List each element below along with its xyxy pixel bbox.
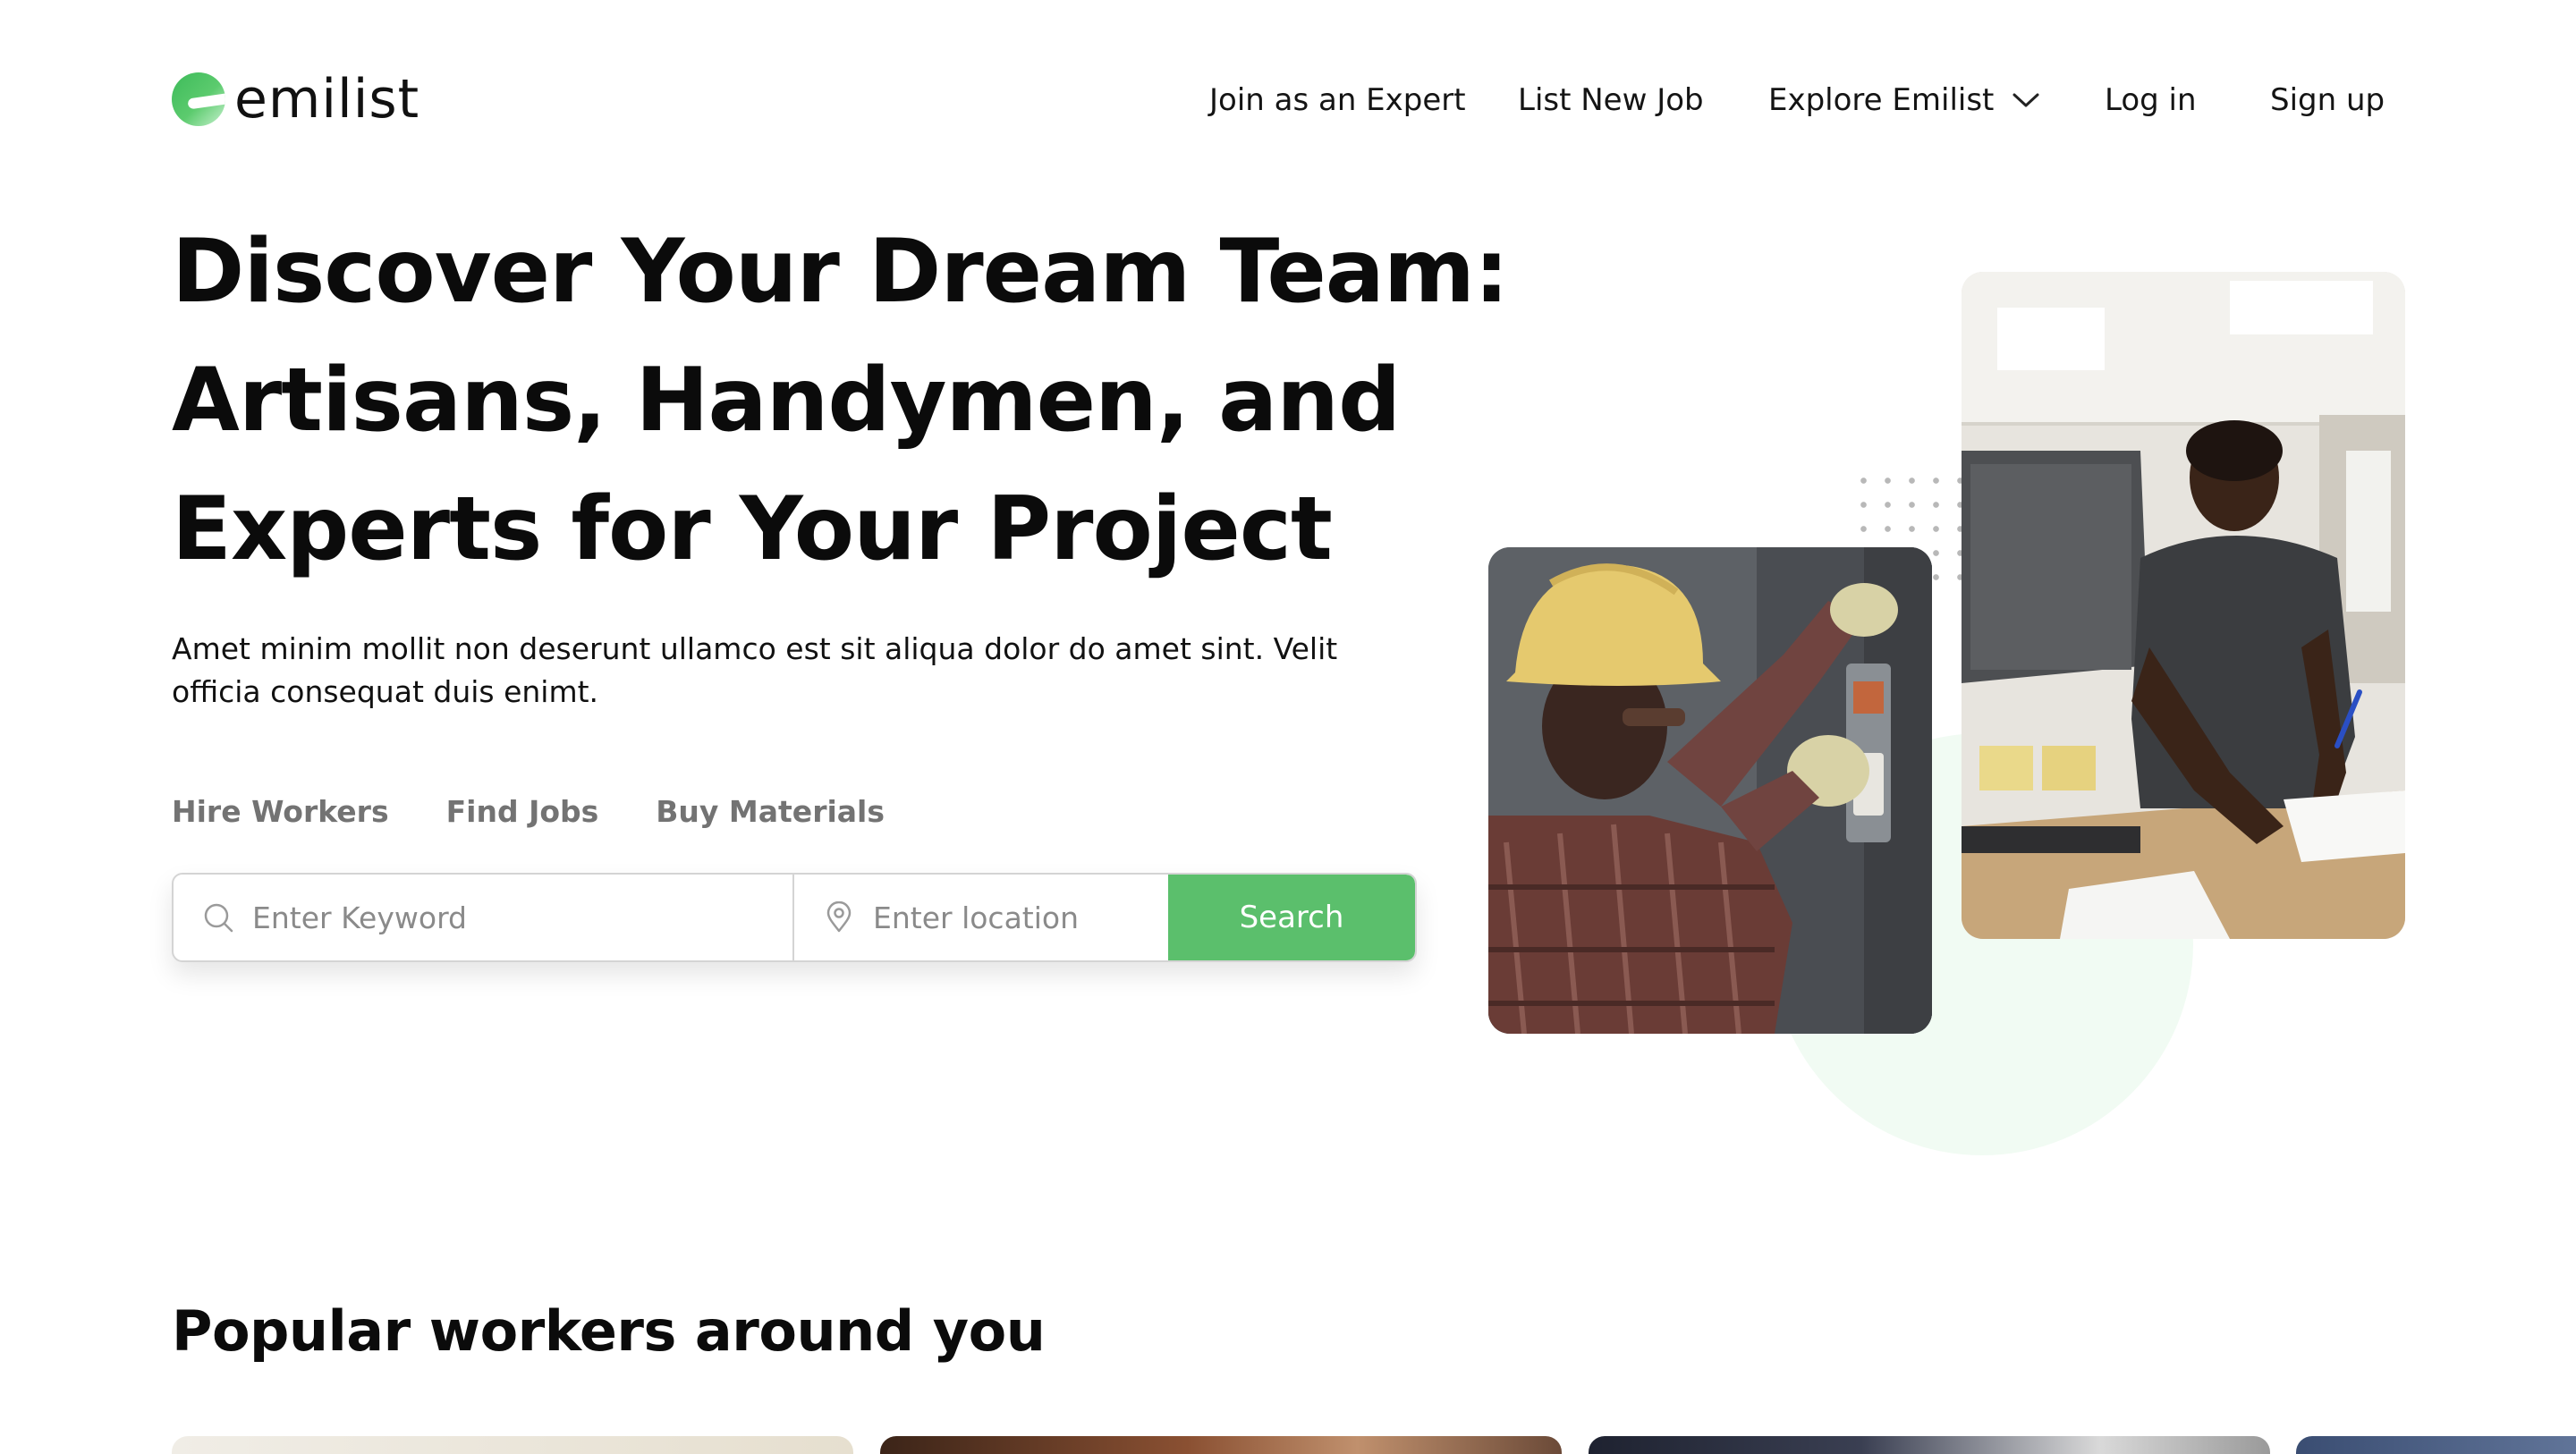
office-worker-illustration bbox=[1962, 272, 2405, 939]
hero-title: Discover Your Dream Team: Artisans, Hand… bbox=[172, 207, 1513, 594]
worker-card[interactable] bbox=[880, 1436, 1562, 1454]
nav-list-new-job[interactable]: List New Job bbox=[1518, 82, 1704, 118]
hero-photo-office-worker bbox=[1962, 272, 2405, 939]
tab-hire-workers[interactable]: Hire Workers bbox=[172, 794, 389, 829]
emilist-logo-icon bbox=[172, 72, 225, 126]
tab-buy-materials[interactable]: Buy Materials bbox=[656, 794, 885, 829]
search-icon bbox=[204, 903, 233, 933]
electrician-illustration bbox=[1488, 547, 1932, 1034]
nav-join-as-expert[interactable]: Join as an Expert bbox=[1209, 82, 1466, 118]
popular-workers-title: Popular workers around you bbox=[172, 1298, 1046, 1364]
hero-title-line-2: Artisans, Handymen, and bbox=[172, 350, 1401, 452]
nav-explore-label: Explore Emilist bbox=[1768, 82, 1995, 118]
keyword-field bbox=[174, 875, 794, 960]
search-tabs: Hire Workers Find Jobs Buy Materials bbox=[172, 794, 942, 829]
keyword-input[interactable] bbox=[174, 875, 792, 960]
hero-title-line-1: Discover Your Dream Team: bbox=[172, 221, 1509, 323]
nav-explore-dropdown[interactable]: Explore Emilist bbox=[1768, 82, 2040, 118]
location-field bbox=[794, 875, 1168, 960]
tab-find-jobs[interactable]: Find Jobs bbox=[446, 794, 599, 829]
worker-card[interactable] bbox=[2296, 1436, 2576, 1454]
hero-description: Amet minim mollit non deserunt ullamco e… bbox=[172, 631, 1338, 709]
worker-card[interactable] bbox=[1589, 1436, 2270, 1454]
login-link[interactable]: Log in bbox=[2105, 82, 2197, 118]
search-bar: Search bbox=[172, 873, 1417, 962]
logo[interactable]: emilist bbox=[172, 72, 419, 127]
hero-title-line-3: Experts for Your Project bbox=[172, 478, 1333, 580]
hero-photo-electrician bbox=[1488, 547, 1932, 1034]
location-pin-icon bbox=[826, 901, 852, 933]
logo-text: emilist bbox=[234, 68, 420, 131]
search-button[interactable]: Search bbox=[1168, 875, 1415, 960]
signup-link[interactable]: Sign up bbox=[2270, 82, 2385, 118]
worker-card[interactable] bbox=[172, 1436, 853, 1454]
chevron-down-icon bbox=[2012, 93, 2039, 107]
